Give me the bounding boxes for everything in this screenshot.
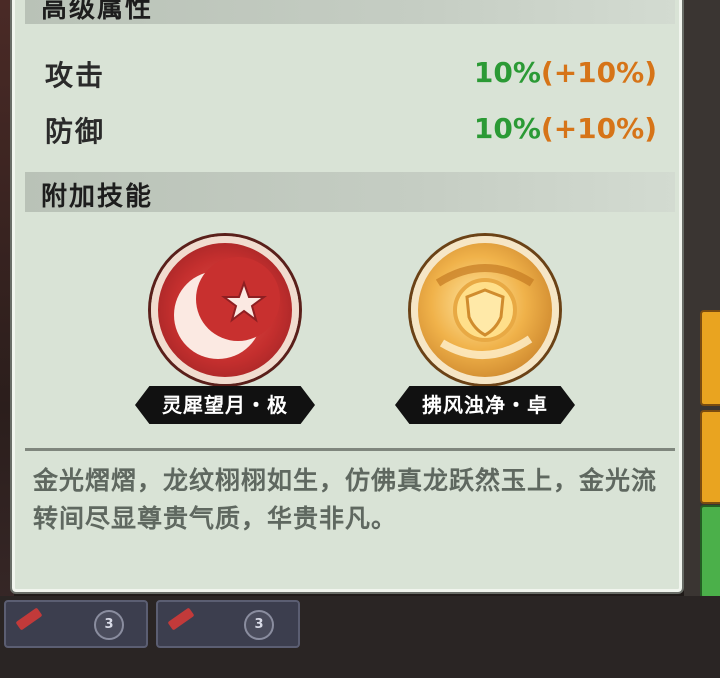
section-title: 附加技能: [41, 182, 154, 212]
attribute-base-value: 10%: [473, 56, 541, 89]
attribute-name: 防御: [45, 115, 106, 148]
level-badge: 3: [244, 610, 274, 640]
attribute-row-defense: 防御 10%(+10%): [45, 110, 657, 150]
skill-name-label: 拂风浊净・卓: [395, 386, 575, 424]
skill-name: 灵犀望月・极: [162, 393, 288, 417]
item-description: 金光熠熠，龙纹栩栩如生，仿佛真龙跃然玉上，金光流转间尽显尊贵气质，华贵非凡。: [33, 466, 658, 533]
section-header-advanced-attrs: 高级属性: [25, 0, 675, 24]
attribute-bonus-value: (+10%): [540, 112, 657, 145]
level-badge: 3: [94, 610, 124, 640]
item-detail-panel: 高级属性 攻击 10%(+10%) 防御 10%(+10%) 附加技能 灵犀望月…: [12, 0, 682, 592]
skill-slot-2[interactable]: 拂风浊净・卓: [395, 236, 575, 432]
attribute-name: 攻击: [45, 59, 106, 92]
divider: [25, 448, 675, 451]
attribute-value: 10%(+10%): [474, 56, 657, 89]
sword-icon: [167, 607, 195, 631]
skill-slot-1[interactable]: 灵犀望月・极: [135, 236, 315, 432]
attribute-bonus-value: (+10%): [540, 56, 657, 89]
skill-name-label: 灵犀望月・极: [135, 386, 315, 424]
attribute-value: 10%(+10%): [474, 112, 657, 145]
side-tab-orange-2[interactable]: [700, 410, 720, 504]
shield-swirl-icon[interactable]: [411, 236, 559, 384]
bottom-item-card[interactable]: 3: [156, 600, 300, 648]
side-tab-orange-1[interactable]: [700, 310, 720, 406]
bottom-item-card[interactable]: 3: [4, 600, 148, 648]
section-header-extra-skills: 附加技能: [25, 172, 675, 212]
side-tab-green[interactable]: [700, 505, 720, 599]
attribute-base-value: 10%: [473, 112, 541, 145]
sword-icon: [15, 607, 43, 631]
skill-name: 拂风浊净・卓: [422, 393, 548, 417]
crescent-moon-star-icon[interactable]: [151, 236, 299, 384]
section-title: 高级属性: [41, 0, 154, 24]
attribute-row-attack: 攻击 10%(+10%): [45, 54, 657, 94]
